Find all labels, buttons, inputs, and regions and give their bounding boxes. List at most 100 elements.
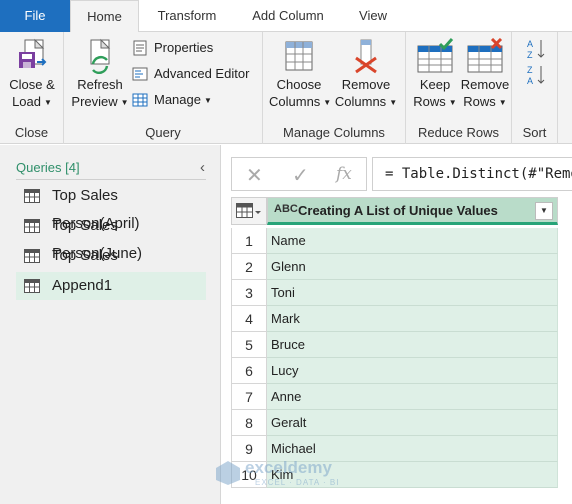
svg-text:A: A [527,76,533,86]
close-and-load-icon [19,38,47,68]
table-row[interactable]: 1 Name [231,228,558,254]
check-icon[interactable]: ✓ [292,163,309,188]
table-cell[interactable]: Bruce [267,332,558,358]
table-row[interactable]: 5 Bruce [231,332,558,358]
column-header[interactable]: ABC Creating A List of Unique Values ▼ [267,197,558,225]
queries-header: Queries [4] [16,160,206,180]
manage-columns-group-label: Manage Columns [283,125,385,140]
sort-ascending-button[interactable]: A Z [526,38,546,60]
refresh-icon [90,38,111,74]
table-menu-icon [236,203,261,218]
remove-columns-button[interactable]: Remove Columns ▼ [333,38,399,111]
choose-columns-label-2: Columns [269,94,321,109]
tab-transform[interactable]: Transform [143,0,231,32]
table-cell[interactable]: Glenn [267,254,558,280]
row-number: 4 [231,306,267,332]
table-row[interactable]: 4 Mark [231,306,558,332]
chevron-down-icon: ▼ [44,98,52,108]
row-number: 2 [231,254,267,280]
tab-home[interactable]: Home [70,0,139,33]
query-item-selected[interactable]: Append1 [16,272,206,300]
properties-button[interactable]: Properties [132,37,262,59]
reduce-rows-group-label: Reduce Rows [418,125,499,140]
choose-columns-label-1: Choose [276,77,322,92]
table-row[interactable]: 2 Glenn [231,254,558,280]
table-cell[interactable]: Anne [267,384,558,410]
chevron-down-icon: ▼ [203,95,212,105]
table-cell[interactable]: Lucy [267,358,558,384]
table-cell[interactable]: Name [267,228,558,254]
sort-group: A Z Z A Sort [512,32,558,144]
query-item[interactable]: Top Sales Person(June) [16,212,206,262]
cancel-icon[interactable]: ✕ [246,163,263,188]
reduce-rows-group: Keep Rows ▼ Remove Rows ▼ Reduce Rows [406,32,512,144]
advanced-editor-label: Advanced Editor [154,66,250,81]
table-cell[interactable]: Toni [267,280,558,306]
remove-rows-label-1: Remove [460,77,510,92]
refresh-preview-button[interactable]: Refresh Preview ▼ [70,38,130,111]
sort-descending-button[interactable]: Z A [526,64,546,86]
table-row[interactable]: 7 Anne [231,384,558,410]
tab-view[interactable]: View [345,0,401,32]
table-row[interactable]: 3 Toni [231,280,558,306]
query-group-label: Query [145,125,181,140]
close-load-label-2: Load [12,94,41,109]
choose-columns-button[interactable]: Choose Columns ▼ [269,38,331,111]
advanced-editor-button[interactable]: Advanced Editor [132,63,262,85]
tab-file[interactable]: File [0,0,70,32]
manage-label: Manage [154,92,201,107]
keep-rows-label-1: Keep [419,77,451,92]
table-cell[interactable]: Mark [267,306,558,332]
choose-columns-icon [285,41,313,71]
query-item[interactable]: Top Sales Person(April) [16,182,206,232]
row-number: 8 [231,410,267,436]
text-type-icon[interactable]: ABC [274,203,298,215]
formula-input[interactable]: = Table.Distinct(#"Remo [372,157,572,191]
remove-rows-label-2: Rows [463,94,496,109]
query-item[interactable]: Top Sales Person(May) [16,242,206,292]
row-number: 1 [231,228,267,254]
remove-rows-icon [467,38,503,73]
query-group: Refresh Preview ▼ Properties Advanced Edi… [64,32,263,144]
remove-columns-label-2: Columns [334,94,387,109]
row-number: 6 [231,358,267,384]
fx-icon[interactable]: fx [336,164,352,184]
watermark-icon [216,461,240,485]
manage-button[interactable]: Manage ▼ [132,89,262,111]
remove-columns-icon [355,39,377,74]
queries-pane: Queries [4] ‹ Top Sales Person(April) To… [0,145,221,504]
remove-rows-button[interactable]: Remove Rows ▼ [460,38,510,111]
svg-text:A: A [527,39,533,49]
properties-label: Properties [154,40,214,55]
table-menu-button[interactable] [231,197,267,225]
table-icon [24,219,40,233]
column-filter-dropdown[interactable]: ▼ [535,202,553,220]
table-row[interactable]: 6 Lucy [231,358,558,384]
sort-descending-icon: Z A [527,65,545,86]
table-cell[interactable]: Geralt [267,410,558,436]
keep-rows-icon [417,38,454,73]
table-icon [24,189,40,203]
close-group-label: Close [14,125,49,140]
collapse-pane-icon[interactable]: ‹ [200,159,205,176]
sort-group-label: Sort [522,125,547,140]
chevron-down-icon: ▼ [389,98,398,108]
remove-columns-label-1: Remove [341,77,391,92]
manage-icon [132,93,148,107]
query-item-label: Append1 [52,277,113,294]
keep-rows-button[interactable]: Keep Rows ▼ [410,38,460,111]
chevron-down-icon: ▼ [448,98,457,108]
sort-ascending-icon: A Z [527,39,545,60]
chevron-down-icon: ▼ [498,98,507,108]
row-number: 3 [231,280,267,306]
tab-add-column[interactable]: Add Column [240,0,336,32]
table-row[interactable]: 8 Geralt [231,410,558,436]
row-number: 7 [231,384,267,410]
properties-icon [133,40,147,56]
svg-text:Z: Z [527,65,533,75]
watermark-brand: exceldemy [245,458,332,477]
manage-columns-group: Choose Columns ▼ Remove Columns ▼ Manage C… [263,32,406,144]
table-icon [24,249,40,263]
table-icon [24,279,40,293]
close-and-load-button[interactable]: Close & Load ▼ [4,38,60,111]
